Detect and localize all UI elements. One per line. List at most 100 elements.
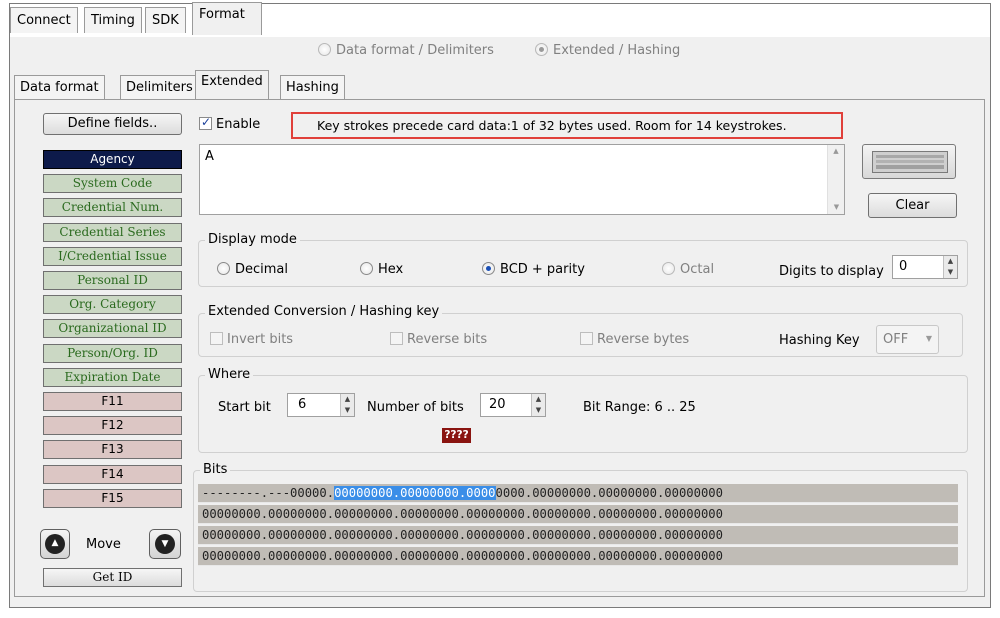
digits-label: Digits to display [779,264,884,279]
bits-post: 0000.00000000.00000000.00000000 [495,486,723,500]
field-button[interactable]: Expiration Date [43,368,182,387]
tab-connect[interactable]: Connect [10,7,78,33]
radio-octal[interactable]: Octal [662,262,714,277]
spin-up-icon: ▲ [947,257,954,265]
field-button[interactable]: Credential Series [43,223,182,242]
arrow-up-icon: ▲ [45,534,65,554]
field-button[interactable]: F11 [43,392,182,411]
digits-spin-buttons[interactable]: ▲ ▼ [943,256,957,278]
checkbox-label: Reverse bytes [597,332,690,347]
move-down-button[interactable]: ▼ [149,529,181,559]
keyboard-button[interactable] [862,144,956,179]
textarea-scrollbar[interactable]: ▲ ▼ [827,145,844,214]
checkbox-box [390,332,403,345]
spin-down-icon: ▼ [947,268,954,276]
hashing-key-value: OFF [883,332,909,347]
bits-row: 00000000.00000000.00000000.00000000.0000… [198,505,958,524]
num-bits-label: Number of bits [367,400,464,415]
enable-label: Enable [216,117,261,132]
conversion-title: Extended Conversion / Hashing key [205,304,443,319]
spin-down-icon: ▼ [535,406,542,414]
field-button[interactable]: I/Credential Issue [43,247,182,266]
start-bit-value: 6 [298,397,307,412]
radio-circle [318,43,331,56]
radio-circle [217,262,230,275]
field-button[interactable]: F14 [43,465,182,484]
field-button[interactable]: Org. Category [43,295,182,314]
clear-button[interactable]: Clear [868,193,957,218]
radio-label: Data format / Delimiters [336,43,494,58]
radio-circle [535,43,548,56]
checkbox-label: Invert bits [227,332,294,347]
bits-row: 00000000.00000000.00000000.00000000.0000… [198,526,958,545]
arrow-down-icon: ▼ [155,534,175,554]
scroll-down-icon: ▼ [833,203,840,211]
bits-selection: 00000000.00000000.0000 [334,486,496,500]
keystroke-status: Key strokes precede card data:1 of 32 by… [291,112,843,139]
invert-bits-checkbox[interactable]: Invert bits [210,332,293,347]
radio-circle [482,262,495,275]
field-button[interactable]: F12 [43,416,182,435]
start-bit-label: Start bit [218,400,271,415]
tab-data-format[interactable]: Data format [14,75,105,99]
checkbox-box [580,332,593,345]
spin-down-icon: ▼ [344,406,351,414]
define-fields-button[interactable]: Define fields.. [43,113,182,135]
radio-label: Extended / Hashing [553,43,681,58]
digits-value: 0 [899,259,908,274]
radio-label: Octal [680,262,715,277]
keystroke-textarea[interactable]: A ▲ ▼ [199,144,845,215]
move-label: Move [86,537,121,552]
radio-hex[interactable]: Hex [360,262,403,277]
reverse-bits-checkbox[interactable]: Reverse bits [390,332,487,347]
radio-extended-hashing[interactable]: Extended / Hashing [535,43,680,58]
keystroke-text: A [205,149,214,164]
bits-title: Bits [200,462,231,477]
chevron-down-icon: ▼ [925,334,932,343]
where-title: Where [205,367,254,382]
keyboard-icon [872,151,948,173]
spin-up-icon: ▲ [344,395,351,403]
move-up-button[interactable]: ▲ [40,529,70,559]
reverse-bytes-checkbox[interactable]: Reverse bytes [580,332,689,347]
radio-decimal[interactable]: Decimal [217,262,288,277]
checkbox-box [210,332,223,345]
display-mode-title: Display mode [205,232,300,247]
checkbox-label: Reverse bits [407,332,488,347]
field-button[interactable]: F13 [43,440,182,459]
tab-extended[interactable]: Extended [195,70,269,100]
field-button[interactable]: Person/Org. ID [43,344,182,363]
num-bits-stepper[interactable]: 20 ▲ ▼ [480,393,546,417]
field-button[interactable]: System Code [43,174,182,193]
field-button[interactable]: Personal ID [43,271,182,290]
num-bits-value: 20 [489,397,506,412]
get-id-button[interactable]: Get ID [43,568,182,587]
tab-hashing[interactable]: Hashing [280,75,345,99]
bits-row: 00000000.00000000.00000000.00000000.0000… [198,547,958,566]
radio-circle [360,262,373,275]
digits-stepper[interactable]: 0 ▲ ▼ [892,255,958,279]
enable-checkbox[interactable]: Enable [199,115,261,132]
radio-label: Decimal [235,262,289,277]
radio-bcd-parity[interactable]: BCD + parity [482,262,585,277]
tab-format[interactable]: Format [192,2,262,35]
start-bit-spin-buttons[interactable]: ▲ ▼ [340,394,354,416]
tab-delimiters[interactable]: Delimiters [120,75,199,99]
num-bits-spin-buttons[interactable]: ▲ ▼ [531,394,545,416]
tab-sdk[interactable]: SDK [145,7,186,33]
start-bit-stepper[interactable]: 6 ▲ ▼ [287,393,355,417]
radio-label: Hex [378,262,404,277]
field-button[interactable]: F15 [43,489,182,508]
radio-data-format-delimiters[interactable]: Data format / Delimiters [318,43,494,58]
field-button[interactable]: Agency [43,150,182,169]
unknown-badge: ???? [442,428,471,443]
bit-range-label: Bit Range: 6 .. 25 [583,400,696,415]
checkbox-box [199,115,212,130]
tab-timing[interactable]: Timing [84,7,142,33]
hashing-key-select[interactable]: OFF ▼ [876,325,939,354]
bits-pre: --------.---00000. [202,486,335,500]
field-button[interactable]: Organizational ID [43,319,182,338]
radio-label: BCD + parity [500,262,585,277]
bits-row: --------.---00000.00000000.00000000.0000… [198,484,958,503]
field-button[interactable]: Credential Num. [43,198,182,217]
